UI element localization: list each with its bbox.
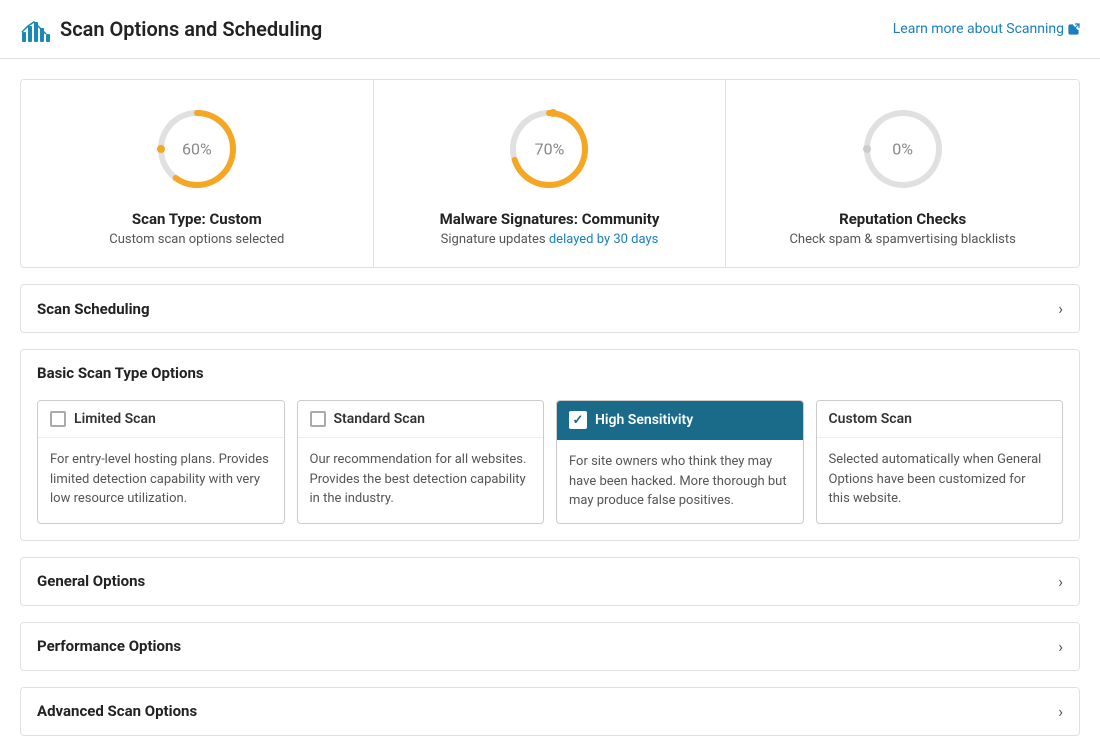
malware-donut: 70% xyxy=(504,104,594,194)
advanced-scan-header[interactable]: Advanced Scan Options › xyxy=(21,688,1079,735)
logo-icon xyxy=(20,14,50,44)
custom-scan-card[interactable]: Custom Scan Selected automatically when … xyxy=(816,400,1064,524)
learn-more-label: Learn more about Scanning xyxy=(893,21,1064,37)
scan-scheduling-section: Scan Scheduling › xyxy=(20,284,1080,333)
high-sensitivity-card[interactable]: High Sensitivity For site owners who thi… xyxy=(556,400,804,524)
header-left: Scan Options and Scheduling xyxy=(20,14,322,44)
standard-scan-header: Standard Scan xyxy=(298,401,544,438)
general-options-chevron: › xyxy=(1058,572,1063,591)
malware-signatures-card: 70% Malware Signatures: Community Signat… xyxy=(374,80,727,267)
performance-options-section: Performance Options › xyxy=(20,622,1080,671)
scan-type-subtitle: Custom scan options selected xyxy=(109,232,284,247)
scan-type-percent: 60% xyxy=(182,140,212,159)
limited-scan-checkbox[interactable] xyxy=(50,411,66,427)
limited-scan-card[interactable]: Limited Scan For entry-level hosting pla… xyxy=(37,400,285,524)
high-sensitivity-checkbox[interactable] xyxy=(569,411,587,429)
high-sensitivity-label: High Sensitivity xyxy=(595,412,693,428)
advanced-scan-title: Advanced Scan Options xyxy=(37,702,197,720)
reputation-percent: 0% xyxy=(892,140,913,159)
page-header: Scan Options and Scheduling Learn more a… xyxy=(0,0,1100,59)
external-link-icon xyxy=(1068,23,1080,35)
scan-scheduling-header[interactable]: Scan Scheduling › xyxy=(21,285,1079,332)
page-title: Scan Options and Scheduling xyxy=(60,17,322,41)
scan-scheduling-title: Scan Scheduling xyxy=(37,300,150,318)
high-sensitivity-header: High Sensitivity xyxy=(557,401,803,440)
reputation-card: 0% Reputation Checks Check spam & spamve… xyxy=(726,80,1079,267)
scan-scheduling-chevron: › xyxy=(1058,299,1063,318)
custom-scan-body: Selected automatically when General Opti… xyxy=(817,438,1063,521)
scan-type-cards: Limited Scan For entry-level hosting pla… xyxy=(21,392,1079,540)
limited-scan-body: For entry-level hosting plans. Provides … xyxy=(38,438,284,521)
scan-type-donut: 60% xyxy=(152,104,242,194)
advanced-scan-section: Advanced Scan Options › xyxy=(20,687,1080,736)
general-options-section: General Options › xyxy=(20,557,1080,606)
scan-type-card: 60% Scan Type: Custom Custom scan option… xyxy=(21,80,374,267)
limited-scan-label: Limited Scan xyxy=(74,411,156,427)
limited-scan-header: Limited Scan xyxy=(38,401,284,438)
custom-scan-header: Custom Scan xyxy=(817,401,1063,438)
summary-cards: 60% Scan Type: Custom Custom scan option… xyxy=(20,79,1080,268)
reputation-donut: 0% xyxy=(858,104,948,194)
basic-scan-title: Basic Scan Type Options xyxy=(37,364,1063,382)
reputation-subtitle: Check spam & spamvertising blacklists xyxy=(789,232,1015,247)
main-content: 60% Scan Type: Custom Custom scan option… xyxy=(0,59,1100,756)
advanced-scan-chevron: › xyxy=(1058,702,1063,721)
performance-options-title: Performance Options xyxy=(37,637,181,655)
standard-scan-card[interactable]: Standard Scan Our recommendation for all… xyxy=(297,400,545,524)
malware-title: Malware Signatures: Community xyxy=(440,210,660,228)
basic-scan-section: Basic Scan Type Options Limited Scan For… xyxy=(20,349,1080,541)
standard-scan-checkbox[interactable] xyxy=(310,411,326,427)
performance-options-chevron: › xyxy=(1058,637,1063,656)
high-sensitivity-body: For site owners who think they may have … xyxy=(557,440,803,523)
scan-type-title: Scan Type: Custom xyxy=(132,210,262,228)
learn-more-link[interactable]: Learn more about Scanning xyxy=(893,21,1080,37)
malware-subtitle: Signature updates delayed by 30 days xyxy=(441,232,659,247)
malware-highlight: delayed by 30 days xyxy=(549,232,659,247)
standard-scan-body: Our recommendation for all websites. Pro… xyxy=(298,438,544,521)
custom-scan-label: Custom Scan xyxy=(829,411,912,427)
performance-options-header[interactable]: Performance Options › xyxy=(21,623,1079,670)
malware-percent: 70% xyxy=(535,140,565,159)
general-options-title: General Options xyxy=(37,572,145,590)
basic-scan-header: Basic Scan Type Options xyxy=(21,350,1079,392)
reputation-title: Reputation Checks xyxy=(839,210,966,228)
standard-scan-label: Standard Scan xyxy=(334,411,425,427)
general-options-header[interactable]: General Options › xyxy=(21,558,1079,605)
